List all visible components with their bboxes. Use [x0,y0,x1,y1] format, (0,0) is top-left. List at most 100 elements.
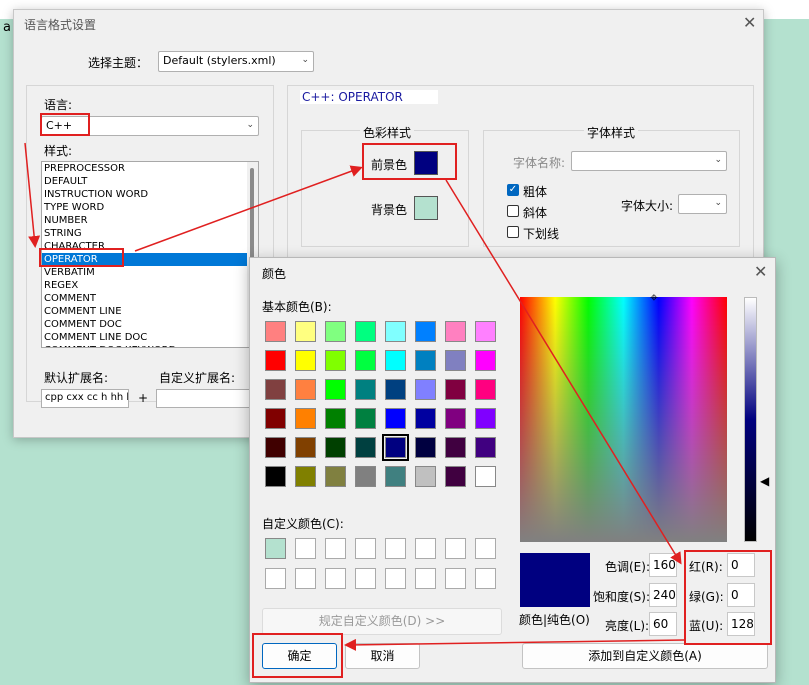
basic-color-cell[interactable] [355,321,376,342]
foreground-swatch[interactable] [414,151,438,175]
basic-color-cell[interactable] [445,321,466,342]
cancel-button[interactable]: 取消 [345,643,420,669]
basic-color-cell[interactable] [415,321,436,342]
style-list-item[interactable]: COMMENT LINE [42,305,258,318]
style-list-item[interactable]: INSTRUCTION WORD [42,188,258,201]
basic-color-cell[interactable] [295,408,316,429]
custom-color-cell[interactable] [355,538,376,559]
basic-color-cell[interactable] [295,379,316,400]
style-list-item[interactable]: STRING [42,227,258,240]
close-icon[interactable]: ✕ [754,264,767,280]
style-listbox[interactable]: PREPROCESSOR DEFAULT INSTRUCTION WORD TYPE … [41,161,259,348]
underline-checkbox[interactable] [507,226,519,238]
custom-color-cell[interactable] [385,568,406,589]
font-size-select[interactable]: ⌄ [678,194,727,214]
basic-color-cell[interactable] [355,350,376,371]
basic-color-cell[interactable] [325,408,346,429]
bold-checkbox[interactable]: ✓ [507,184,519,196]
basic-color-cell[interactable] [385,321,406,342]
basic-color-cell[interactable] [385,408,406,429]
basic-color-cell[interactable] [265,408,286,429]
font-name-select[interactable]: ⌄ [571,151,727,171]
basic-color-cell[interactable] [475,379,496,400]
basic-color-cell[interactable] [475,321,496,342]
custom-color-cell[interactable] [325,538,346,559]
basic-color-cell[interactable] [355,466,376,487]
custom-color-cell[interactable] [475,538,496,559]
style-list-item[interactable]: OPERATOR [42,253,258,266]
user-ext-field[interactable] [156,389,256,408]
style-list-item[interactable]: COMMENT [42,292,258,305]
basic-color-cell[interactable] [355,437,376,458]
custom-color-cell[interactable] [295,568,316,589]
style-list-item[interactable]: COMMENT LINE DOC [42,331,258,344]
basic-color-cell[interactable] [475,408,496,429]
basic-color-cell[interactable] [415,437,436,458]
basic-color-cell[interactable] [385,350,406,371]
basic-color-cell[interactable] [385,466,406,487]
define-custom-colors-button[interactable]: 规定自定义颜色(D) >> [262,608,502,635]
basic-color-cell[interactable] [445,379,466,400]
scrollbar-thumb[interactable] [250,168,254,268]
basic-color-cell[interactable] [475,466,496,487]
language-select[interactable]: C++ ⌄ [41,116,259,136]
style-list-item[interactable]: PREPROCESSOR [42,162,258,175]
basic-color-cell[interactable] [325,437,346,458]
style-list-item[interactable]: DEFAULT [42,175,258,188]
style-list-item[interactable]: CHARACTER [42,240,258,253]
custom-color-cell[interactable] [355,568,376,589]
style-list-item[interactable]: VERBATIM [42,266,258,279]
close-icon[interactable]: ✕ [743,15,756,31]
basic-color-cell[interactable] [445,466,466,487]
ok-button[interactable]: 确定 [262,643,337,669]
style-list-item[interactable]: COMMENT DOC KEYWORD [42,344,258,347]
red-field[interactable]: 0 [727,553,755,577]
default-ext-field[interactable]: cpp cxx cc h hh hpp [41,389,129,408]
basic-color-cell[interactable] [445,408,466,429]
theme-select[interactable]: Default (stylers.xml) ⌄ [158,51,314,72]
custom-color-cell[interactable] [415,568,436,589]
basic-color-cell[interactable] [475,350,496,371]
custom-color-cell[interactable] [385,538,406,559]
basic-color-cell[interactable] [325,321,346,342]
basic-color-cell[interactable] [355,408,376,429]
luminosity-arrow-icon[interactable]: ◀ [760,474,769,488]
background-swatch[interactable] [414,196,438,220]
custom-color-cell[interactable] [325,568,346,589]
add-custom-color-button[interactable]: 添加到自定义颜色(A) [522,643,768,669]
hue-field[interactable]: 160 [649,553,677,577]
luminosity-bar[interactable] [744,297,757,542]
saturation-field[interactable]: 240 [649,583,677,607]
custom-color-cell[interactable] [445,538,466,559]
basic-color-cell[interactable] [295,321,316,342]
style-list-item[interactable]: COMMENT DOC [42,318,258,331]
blue-field[interactable]: 128 [727,612,755,636]
basic-color-cell[interactable] [415,466,436,487]
basic-color-cell[interactable] [415,408,436,429]
color-spectrum[interactable] [520,297,727,542]
basic-color-cell[interactable] [295,466,316,487]
italic-checkbox[interactable] [507,205,519,217]
custom-color-cell[interactable] [445,568,466,589]
custom-color-cell[interactable] [295,538,316,559]
style-list-item[interactable]: TYPE WORD [42,201,258,214]
luminosity-field[interactable]: 60 [649,612,677,636]
basic-color-cell[interactable] [265,437,286,458]
basic-color-cell[interactable] [475,437,496,458]
basic-color-cell[interactable] [385,379,406,400]
basic-color-cell[interactable] [415,379,436,400]
basic-color-cell[interactable] [325,379,346,400]
basic-color-cell[interactable] [355,379,376,400]
basic-color-cell[interactable] [265,321,286,342]
basic-color-cell[interactable] [325,466,346,487]
custom-color-cell[interactable] [265,538,286,559]
style-list-item[interactable]: REGEX [42,279,258,292]
basic-color-cell[interactable] [265,379,286,400]
basic-color-cell[interactable] [445,350,466,371]
green-field[interactable]: 0 [727,583,755,607]
custom-color-cell[interactable] [265,568,286,589]
basic-color-cell[interactable] [445,437,466,458]
style-list-item[interactable]: NUMBER [42,214,258,227]
basic-color-cell[interactable] [415,350,436,371]
basic-color-cell[interactable] [295,437,316,458]
